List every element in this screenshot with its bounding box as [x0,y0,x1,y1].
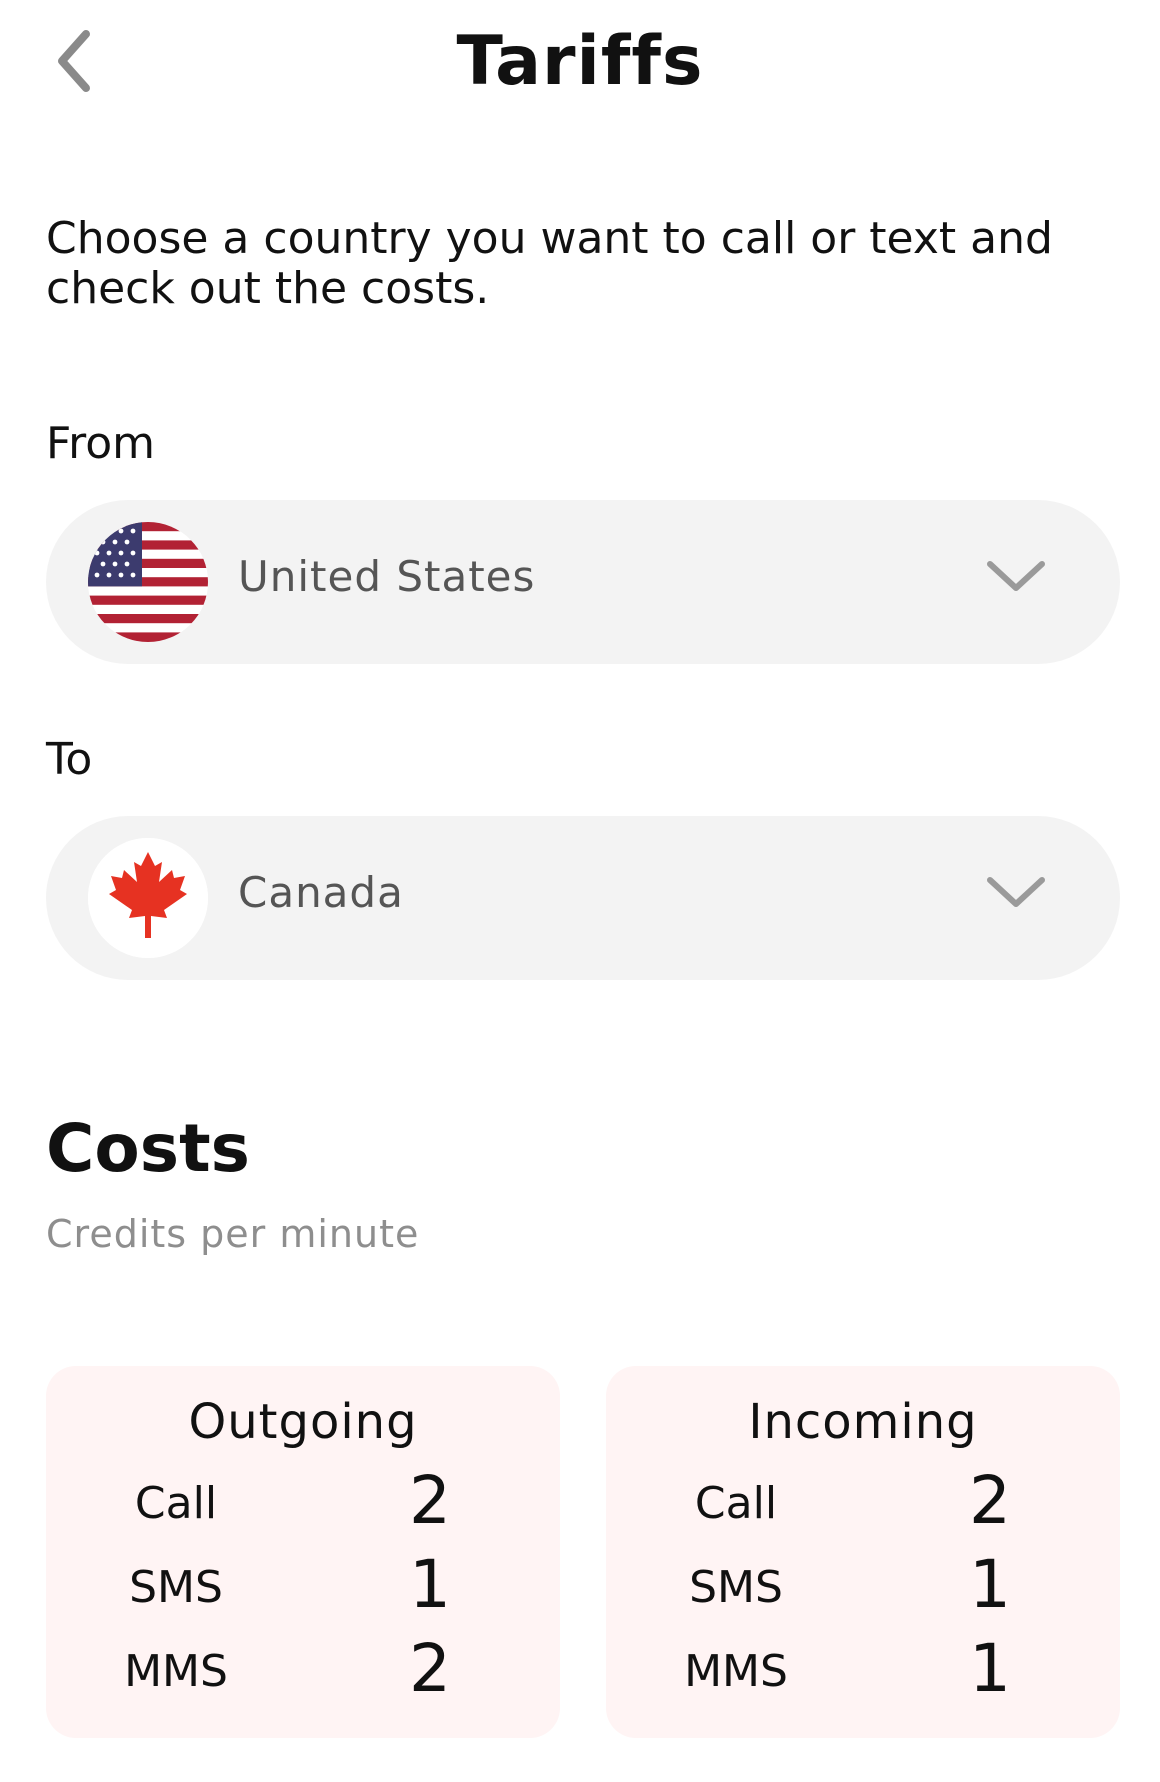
header: Tariffs [0,0,1160,120]
to-label: To [46,734,93,785]
from-label: From [46,418,156,469]
to-country-value: Canada [238,868,404,917]
from-country-value: United States [238,552,536,601]
outgoing-title: Outgoing [188,1394,418,1450]
incoming-sms-value: 1 [969,1546,1011,1623]
incoming-mms-value: 1 [969,1630,1011,1707]
outgoing-costs-card: Outgoing Call 2 SMS 1 MMS 2 [46,1366,560,1738]
costs-title: Costs [46,1110,250,1187]
outgoing-sms-value: 1 [409,1546,451,1623]
outgoing-mms-value: 2 [409,1630,451,1707]
intro-text: Choose a country you want to call or tex… [46,213,1053,314]
incoming-sms-label: SMS [689,1562,783,1613]
outgoing-mms-label: MMS [124,1646,228,1697]
costs-subtitle: Credits per minute [46,1212,420,1256]
us-flag-icon [88,522,208,642]
incoming-call-label: Call [694,1478,778,1529]
outgoing-sms-label: SMS [129,1562,223,1613]
incoming-call-value: 2 [969,1462,1011,1539]
to-country-select[interactable]: Canada [46,816,1120,980]
chevron-down-icon [987,561,1045,591]
canada-flag-icon [88,838,208,958]
incoming-mms-label: MMS [684,1646,788,1697]
incoming-title: Incoming [748,1394,978,1450]
outgoing-call-label: Call [134,1478,218,1529]
page-title: Tariffs [456,22,704,101]
outgoing-call-value: 2 [409,1462,451,1539]
from-country-select[interactable]: United States [46,500,1120,664]
chevron-down-icon [987,877,1045,907]
incoming-costs-card: Incoming Call 2 SMS 1 MMS 1 [606,1366,1120,1738]
